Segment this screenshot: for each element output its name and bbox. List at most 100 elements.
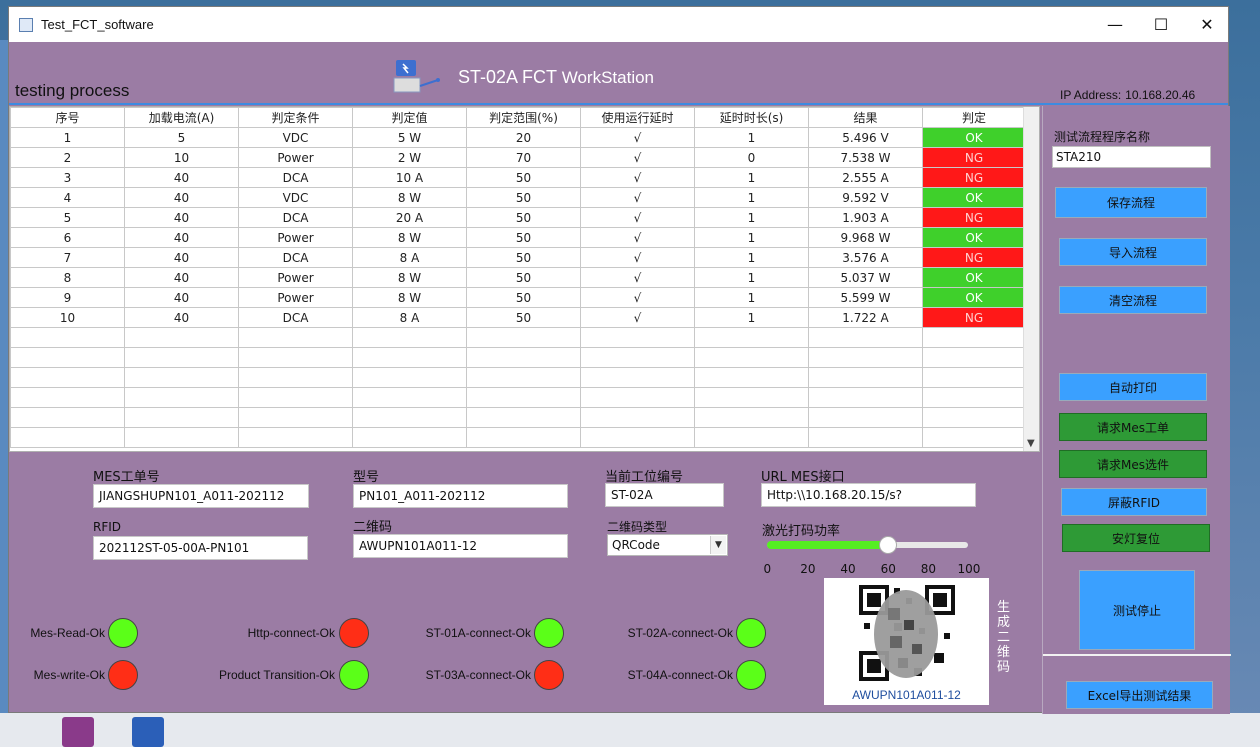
table-row[interactable]: 1 5 VDC 5 W 20 √ 1 5.496 V OK xyxy=(10,127,1026,148)
table-cell[interactable]: 5 W xyxy=(352,127,467,148)
table-cell[interactable]: 8 A xyxy=(352,307,467,328)
table-cell[interactable]: 10 xyxy=(124,147,239,168)
scroll-down-icon[interactable]: ▼ xyxy=(1027,438,1035,449)
table-cell[interactable] xyxy=(808,347,923,368)
stop-test-button[interactable]: 测试停止 xyxy=(1079,570,1195,650)
verdict-cell[interactable]: OK xyxy=(922,127,1026,148)
table-cell[interactable]: 50 xyxy=(466,227,581,248)
table-cell[interactable]: Power xyxy=(238,267,353,288)
table-cell[interactable]: 2 W xyxy=(352,147,467,168)
table-cell[interactable]: 6 xyxy=(10,227,125,248)
auto-print-button[interactable]: 自动打印 xyxy=(1059,373,1207,401)
table-cell[interactable]: 1 xyxy=(694,247,809,268)
table-cell[interactable]: 1.722 A xyxy=(808,307,923,328)
table-cell[interactable] xyxy=(124,427,239,448)
table-cell[interactable] xyxy=(694,327,809,348)
table-cell[interactable]: √ xyxy=(580,187,695,208)
table-cell[interactable]: 3 xyxy=(10,167,125,188)
table-cell[interactable]: 40 xyxy=(124,227,239,248)
table-cell[interactable]: 9.968 W xyxy=(808,227,923,248)
table-cell[interactable] xyxy=(694,387,809,408)
table-cell[interactable]: 5 xyxy=(10,207,125,228)
request-mes-option-button[interactable]: 请求Mes选件 xyxy=(1059,450,1207,478)
table-cell[interactable]: 1 xyxy=(694,187,809,208)
column-header[interactable]: 判定 xyxy=(922,107,1026,128)
table-cell[interactable]: 1.903 A xyxy=(808,207,923,228)
table-cell[interactable] xyxy=(466,367,581,388)
request-mes-order-button[interactable]: 请求Mes工单 xyxy=(1059,413,1207,441)
model-input[interactable]: PN101_A011-202112 xyxy=(353,484,568,508)
clear-flow-button[interactable]: 清空流程 xyxy=(1059,286,1207,314)
table-cell[interactable]: 50 xyxy=(466,307,581,328)
table-scrollbar[interactable]: ▼ xyxy=(1023,107,1039,451)
table-cell[interactable] xyxy=(922,367,1026,388)
table-cell[interactable] xyxy=(352,327,467,348)
mask-rfid-button[interactable]: 屏蔽RFID xyxy=(1061,488,1207,516)
table-cell[interactable]: 2.555 A xyxy=(808,167,923,188)
qrcode-input[interactable]: AWUPN101A011-12 xyxy=(353,534,568,558)
table-cell[interactable]: 20 A xyxy=(352,207,467,228)
maximize-button[interactable]: ☐ xyxy=(1138,7,1184,42)
generate-qrcode-button[interactable]: 生成二维码 xyxy=(997,600,1011,675)
table-cell[interactable] xyxy=(10,387,125,408)
table-cell[interactable] xyxy=(694,407,809,428)
table-cell[interactable]: VDC xyxy=(238,127,353,148)
table-cell[interactable] xyxy=(10,427,125,448)
table-cell[interactable]: 1 xyxy=(694,167,809,188)
table-cell[interactable]: 9 xyxy=(10,287,125,308)
verdict-cell[interactable]: OK xyxy=(922,187,1026,208)
table-cell[interactable] xyxy=(808,407,923,428)
table-cell[interactable] xyxy=(694,347,809,368)
empty-table-row[interactable] xyxy=(10,367,1026,388)
table-cell[interactable]: 20 xyxy=(466,127,581,148)
table-cell[interactable]: √ xyxy=(580,127,695,148)
table-cell[interactable]: 40 xyxy=(124,267,239,288)
verdict-cell[interactable]: NG xyxy=(922,207,1026,228)
table-cell[interactable]: √ xyxy=(580,247,695,268)
table-row[interactable]: 4 40 VDC 8 W 50 √ 1 9.592 V OK xyxy=(10,187,1026,208)
table-cell[interactable] xyxy=(808,387,923,408)
laser-power-thumb[interactable] xyxy=(878,536,897,554)
empty-table-row[interactable] xyxy=(10,327,1026,348)
column-header[interactable]: 序号 xyxy=(10,107,125,128)
table-cell[interactable]: 7 xyxy=(10,247,125,268)
table-cell[interactable]: 8 W xyxy=(352,187,467,208)
mes-order-input[interactable]: JIANGSHUPN101_A011-202112 xyxy=(93,484,309,508)
table-cell[interactable]: 10 A xyxy=(352,167,467,188)
empty-table-row[interactable] xyxy=(10,387,1026,408)
table-cell[interactable] xyxy=(580,367,695,388)
verdict-cell[interactable]: NG xyxy=(922,167,1026,188)
column-header[interactable]: 判定范围(%) xyxy=(466,107,581,128)
table-cell[interactable]: 70 xyxy=(466,147,581,168)
table-cell[interactable] xyxy=(922,347,1026,368)
verdict-cell[interactable]: OK xyxy=(922,227,1026,248)
table-cell[interactable]: 5.037 W xyxy=(808,267,923,288)
empty-table-row[interactable] xyxy=(10,407,1026,428)
table-cell[interactable]: DCA xyxy=(238,247,353,268)
table-cell[interactable]: 1 xyxy=(694,307,809,328)
table-cell[interactable]: 9.592 V xyxy=(808,187,923,208)
table-cell[interactable] xyxy=(694,367,809,388)
table-cell[interactable]: √ xyxy=(580,307,695,328)
column-header[interactable]: 使用运行延时 xyxy=(580,107,695,128)
station-code-input[interactable]: ST-02A xyxy=(605,483,724,507)
empty-table-row[interactable] xyxy=(10,427,1026,448)
table-cell[interactable]: √ xyxy=(580,227,695,248)
program-name-input[interactable]: STA210 xyxy=(1052,146,1211,168)
table-cell[interactable] xyxy=(352,387,467,408)
verdict-cell[interactable]: NG xyxy=(922,147,1026,168)
table-cell[interactable]: Power xyxy=(238,227,353,248)
table-cell[interactable]: 8 W xyxy=(352,227,467,248)
table-cell[interactable]: VDC xyxy=(238,187,353,208)
table-cell[interactable]: Power xyxy=(238,287,353,308)
test-steps-table[interactable]: 序号 加载电流(A) 判定条件 判定值 判定范围(%) 使用运行延时 延时时长(s) 结果 判定… xyxy=(9,106,1040,452)
table-cell[interactable]: √ xyxy=(580,287,695,308)
table-cell[interactable]: √ xyxy=(580,267,695,288)
table-cell[interactable]: 50 xyxy=(466,247,581,268)
table-cell[interactable]: 5.599 W xyxy=(808,287,923,308)
table-cell[interactable]: 5.496 V xyxy=(808,127,923,148)
verdict-cell[interactable]: NG xyxy=(922,307,1026,328)
table-cell[interactable] xyxy=(238,427,353,448)
table-cell[interactable] xyxy=(238,347,353,368)
table-cell[interactable] xyxy=(124,347,239,368)
